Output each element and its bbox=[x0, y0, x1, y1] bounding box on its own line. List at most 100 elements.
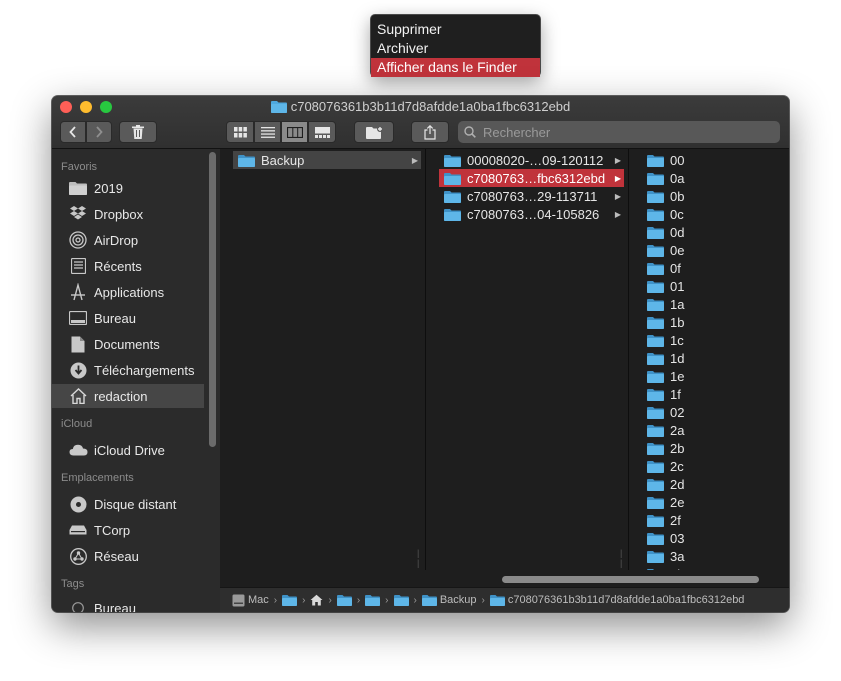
list-item[interactable]: 1b bbox=[642, 313, 785, 331]
sidebar-item-disque-distant[interactable]: Disque distant bbox=[52, 492, 204, 516]
list-item[interactable]: c7080763…29-113711 ▶ bbox=[439, 187, 624, 205]
cloud-icon bbox=[68, 442, 88, 458]
list-item[interactable]: c7080763…04-105826 ▶ bbox=[439, 205, 624, 223]
list-view-button[interactable] bbox=[254, 121, 281, 143]
list-item[interactable]: 2f bbox=[642, 511, 785, 529]
sidebar-item-label: AirDrop bbox=[94, 232, 139, 248]
tag-icon bbox=[68, 600, 88, 612]
list-item[interactable]: 1d bbox=[642, 349, 785, 367]
path-segment[interactable]: c708076361b3b11d7d8afdde1a0ba1fbc6312ebd bbox=[489, 594, 745, 606]
folder-icon bbox=[647, 478, 664, 491]
sidebar-item-bureau[interactable]: Bureau bbox=[52, 306, 204, 330]
path-segment-label: c708076361b3b11d7d8afdde1a0ba1fbc6312ebd bbox=[507, 594, 745, 606]
column-view-button[interactable] bbox=[281, 121, 308, 143]
trash-button[interactable] bbox=[119, 121, 157, 143]
horizontal-scrollbar[interactable] bbox=[502, 576, 759, 583]
sidebar-item-dropbox[interactable]: Dropbox bbox=[52, 202, 204, 226]
gallery-view-button[interactable] bbox=[308, 121, 336, 143]
search-field[interactable] bbox=[458, 121, 780, 143]
sidebar-item-recents[interactable]: Récents bbox=[52, 254, 204, 278]
path-segment[interactable] bbox=[336, 594, 352, 606]
sidebar-item-reseau[interactable]: Réseau bbox=[52, 544, 204, 568]
search-input[interactable] bbox=[481, 123, 765, 141]
sidebar-item-2019[interactable]: 2019 bbox=[52, 176, 204, 200]
path-segment[interactable]: Mac bbox=[232, 594, 269, 607]
sidebar-item-telechargements[interactable]: Téléchargements bbox=[52, 358, 204, 382]
sidebar-item-label: TCorp bbox=[94, 522, 131, 538]
list-item[interactable]: 0a bbox=[642, 169, 785, 187]
list-item[interactable]: 2d bbox=[642, 475, 785, 493]
desktop-icon bbox=[68, 310, 88, 326]
chevron-right-icon: › bbox=[302, 594, 306, 606]
sidebar-item-label: Récents bbox=[94, 258, 142, 274]
list-item[interactable]: 2e bbox=[642, 493, 785, 511]
list-item[interactable]: 01 bbox=[642, 277, 785, 295]
sidebar-item-tcorp[interactable]: TCorp bbox=[52, 518, 204, 542]
folder-icon bbox=[647, 226, 664, 239]
chevron-right-icon: › bbox=[356, 594, 361, 606]
list-item[interactable]: 1f bbox=[642, 385, 785, 403]
list-item[interactable]: 00 bbox=[642, 151, 785, 169]
folder-icon bbox=[365, 595, 381, 606]
list-item[interactable]: 2c bbox=[642, 457, 785, 475]
chevron-right-icon: ▶ bbox=[614, 209, 621, 219]
item-label: 1f bbox=[670, 386, 681, 402]
sidebar-item-airdrop[interactable]: AirDrop bbox=[52, 228, 204, 252]
list-item[interactable]: 02 bbox=[642, 403, 785, 421]
folder-icon bbox=[444, 208, 461, 221]
list-item[interactable]: 0d bbox=[642, 223, 785, 241]
path-segment-label: Mac bbox=[248, 594, 269, 606]
list-item[interactable]: 2b bbox=[642, 439, 785, 457]
chevron-right-icon: › bbox=[413, 594, 417, 606]
menu-item-show-in-finder[interactable]: Afficher dans le Finder bbox=[371, 58, 540, 77]
sidebar-item-label: 2019 bbox=[94, 180, 123, 196]
downloads-icon bbox=[68, 362, 88, 378]
sidebar-item-redaction[interactable]: redaction bbox=[52, 384, 204, 408]
item-label: 01 bbox=[670, 278, 685, 294]
path-segment[interactable] bbox=[393, 594, 409, 606]
item-label: Backup bbox=[261, 152, 305, 168]
path-segment[interactable] bbox=[310, 594, 323, 606]
recents-icon bbox=[68, 258, 88, 274]
list-item[interactable]: 3b bbox=[642, 565, 785, 570]
list-item[interactable]: 1e bbox=[642, 367, 785, 385]
list-item[interactable]: c7080763…fbc6312ebd ▶ bbox=[439, 169, 624, 187]
sidebar-section-emplacements: Emplacements bbox=[61, 472, 134, 484]
menu-item-archiver[interactable]: Archiver bbox=[371, 39, 540, 58]
item-label: 0f bbox=[670, 260, 681, 276]
list-item[interactable]: 2a bbox=[642, 421, 785, 439]
list-item[interactable]: 1a bbox=[642, 295, 785, 313]
list-item[interactable]: 0b bbox=[642, 187, 785, 205]
sidebar-item-documents[interactable]: Documents bbox=[52, 332, 204, 356]
list-item[interactable]: 3a bbox=[642, 547, 785, 565]
share-button[interactable] bbox=[411, 121, 449, 143]
sidebar-item-applications[interactable]: Applications bbox=[52, 280, 204, 304]
column-view-icon bbox=[286, 126, 303, 138]
new-folder-button[interactable] bbox=[354, 121, 394, 143]
list-item[interactable]: 0f bbox=[642, 259, 785, 277]
folder-icon bbox=[647, 514, 664, 527]
path-segment[interactable] bbox=[282, 594, 298, 606]
forward-button[interactable] bbox=[86, 121, 112, 143]
list-item[interactable]: 00008020-…09-120112 ▶ bbox=[439, 151, 624, 169]
list-item[interactable]: 1c bbox=[642, 331, 785, 349]
icon-view-button[interactable] bbox=[226, 121, 254, 143]
window-title: c708076361b3b11d7d8afdde1a0ba1fbc6312ebd bbox=[52, 98, 789, 116]
back-button[interactable] bbox=[60, 121, 86, 143]
list-item[interactable]: Backup ▶ bbox=[233, 151, 421, 169]
network-icon bbox=[68, 547, 88, 565]
path-segment[interactable]: Backup bbox=[421, 594, 477, 606]
sidebar-item-tag-bureau[interactable]: Bureau bbox=[52, 596, 204, 612]
list-item[interactable]: 03 bbox=[642, 529, 785, 547]
list-item[interactable]: 0e bbox=[642, 241, 785, 259]
column-resize-handle[interactable]: | | bbox=[620, 548, 628, 568]
menu-item-supprimer[interactable]: Supprimer bbox=[371, 20, 540, 39]
folder-icon bbox=[336, 595, 352, 606]
column-resize-handle[interactable]: | | bbox=[417, 548, 425, 568]
sidebar-scrollbar[interactable] bbox=[209, 152, 216, 447]
folder-icon bbox=[444, 154, 461, 167]
folder-icon bbox=[238, 154, 255, 167]
sidebar-item-icloud-drive[interactable]: iCloud Drive bbox=[52, 438, 204, 462]
path-segment[interactable] bbox=[365, 594, 381, 606]
list-item[interactable]: 0c bbox=[642, 205, 785, 223]
